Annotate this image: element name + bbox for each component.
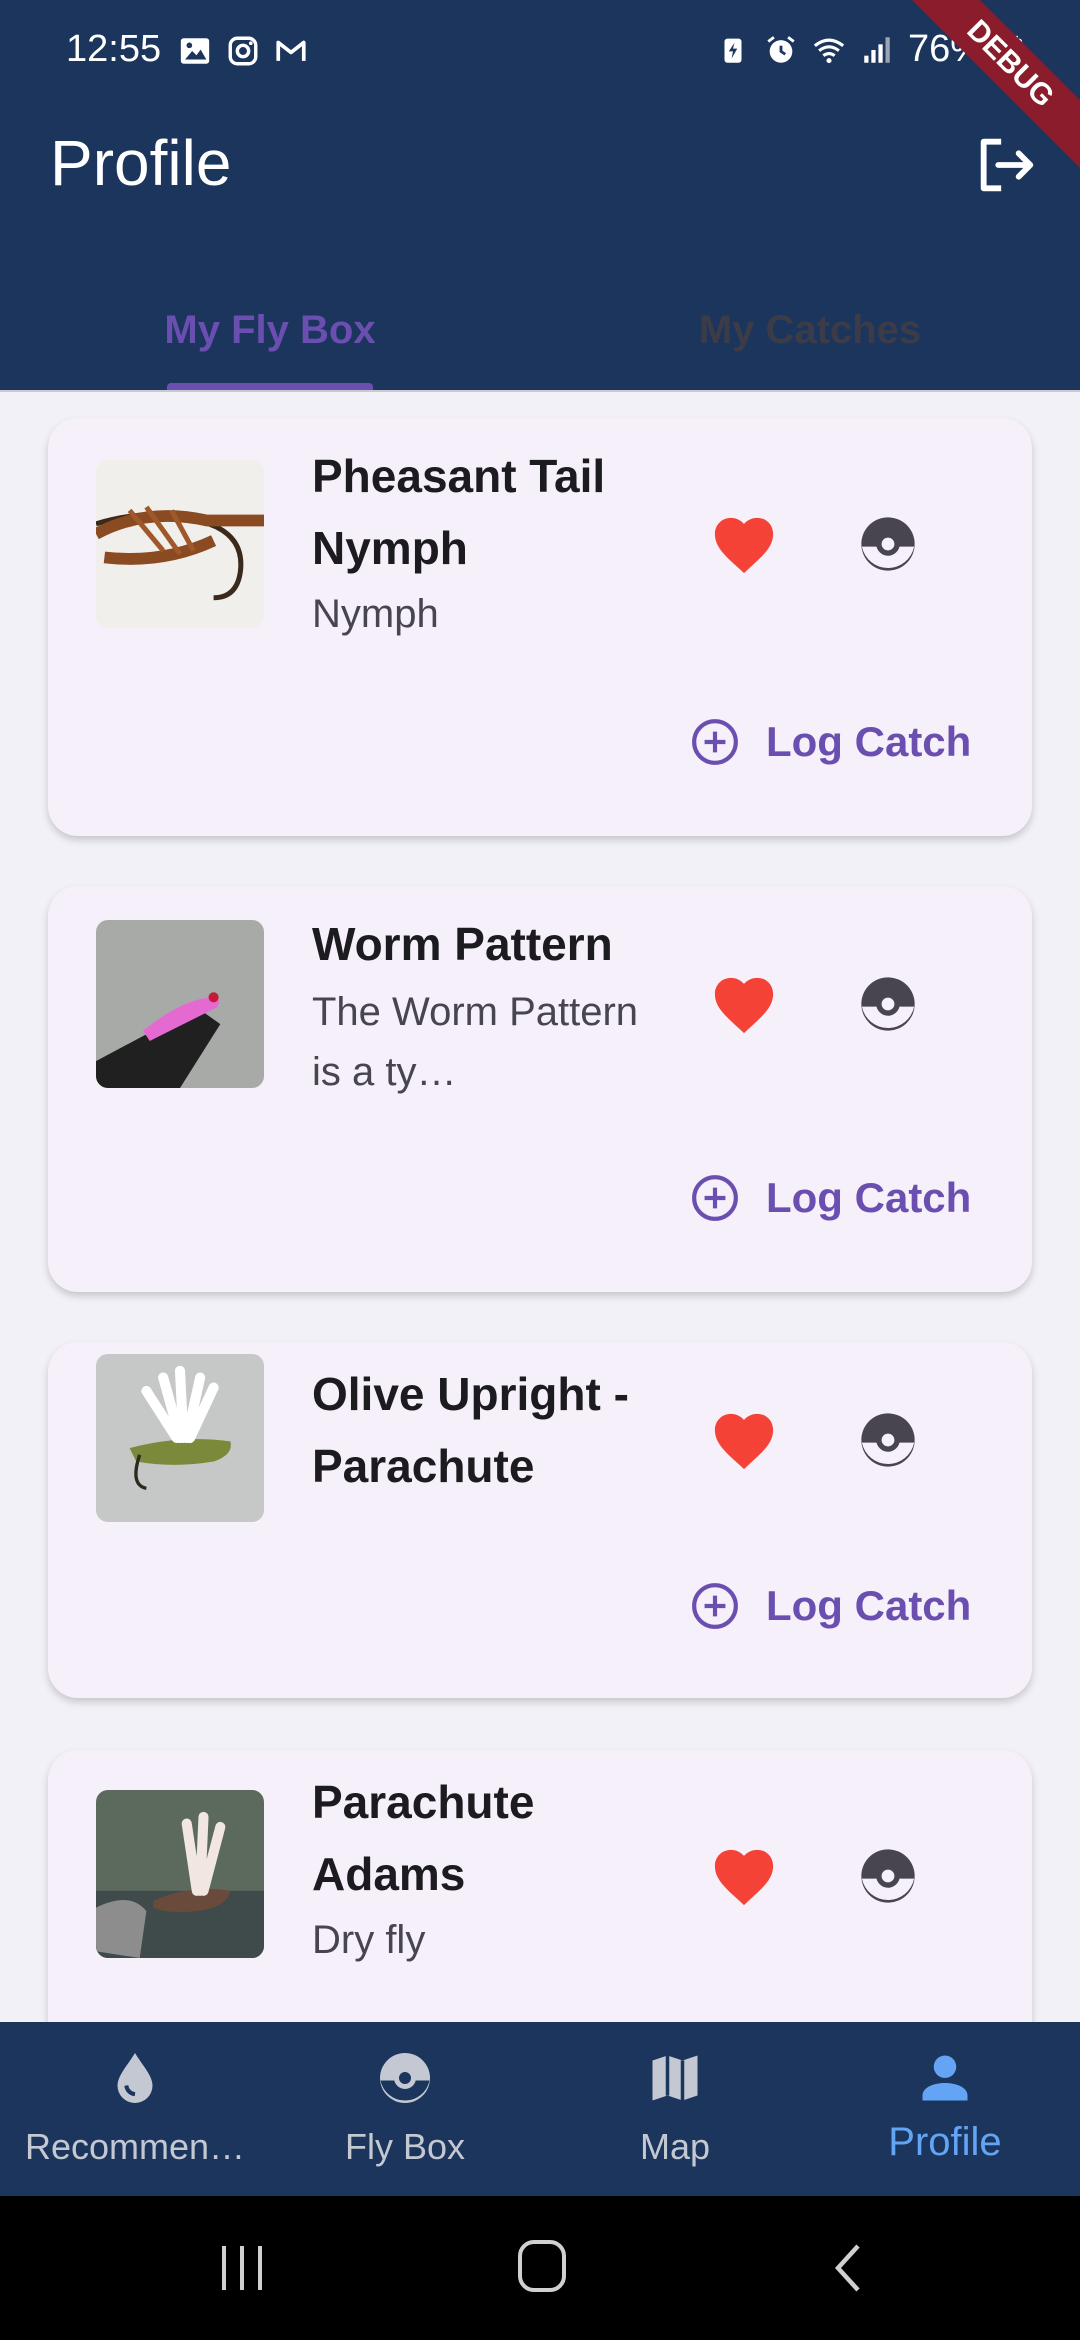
favorite-heart-icon[interactable] — [708, 1844, 780, 1908]
fly-image — [96, 920, 264, 1088]
app-bar: Profile — [0, 110, 1080, 270]
add-circle-icon — [692, 719, 738, 765]
log-catch-label: Log Catch — [766, 1582, 972, 1629]
nav-label: Profile — [888, 2120, 1002, 2164]
fly-card[interactable]: Pheasant Tail Nymph Nymph Log Catch — [48, 418, 1032, 836]
nav-item-recommendations[interactable]: Recommen… — [0, 2022, 270, 2196]
signal-icon — [864, 36, 890, 63]
nav-item-map[interactable]: Map — [540, 2022, 810, 2196]
person-icon — [922, 2055, 968, 2101]
add-circle-icon — [692, 1175, 738, 1221]
instagram-icon — [228, 36, 258, 66]
add-circle-icon — [692, 1583, 738, 1629]
battery-saver-icon — [724, 38, 742, 63]
tab-indicator — [167, 383, 373, 390]
log-catch-button[interactable]: Log Catch — [690, 1168, 971, 1228]
recent-apps-icon[interactable] — [212, 2242, 272, 2294]
fly-type: The Worm Pattern is a ty… — [312, 990, 639, 1094]
map-icon — [652, 2055, 698, 2101]
profile-tabs: My Fly Box My Catches — [0, 270, 1080, 392]
tab-my-catches[interactable]: My Catches — [540, 270, 1080, 390]
water-drop-icon — [117, 2053, 153, 2103]
status-bar: 12:55 76% — [0, 0, 1080, 110]
bottom-navigation: Recommen… Fly Box Map Profile — [0, 2022, 1080, 2196]
fly-card[interactable]: Olive Upright - Parachute Log Catch — [48, 1342, 1032, 1698]
fly-card[interactable]: Worm Pattern The Worm Pattern is a ty… L… — [48, 886, 1032, 1292]
wifi-icon — [813, 38, 845, 63]
fly-box-icon[interactable] — [856, 972, 920, 1036]
log-catch-button[interactable]: Log Catch — [690, 1576, 971, 1636]
log-catch-label: Log Catch — [766, 718, 972, 765]
home-icon[interactable] — [516, 2238, 568, 2294]
status-time: 12:55 — [66, 28, 162, 70]
log-catch-button[interactable]: Log Catch — [690, 712, 971, 772]
system-navigation-bar — [0, 2196, 1080, 2340]
gallery-icon — [180, 38, 210, 64]
back-icon[interactable] — [826, 2240, 870, 2296]
favorite-heart-icon[interactable] — [708, 1408, 780, 1472]
nav-label: Recommen… — [24, 2126, 246, 2167]
fly-box-icon[interactable] — [856, 1844, 920, 1908]
nav-item-fly-box[interactable]: Fly Box — [270, 2022, 540, 2196]
fly-image — [96, 1790, 264, 1958]
page-title: Profile — [50, 127, 232, 199]
favorite-heart-icon[interactable] — [708, 512, 780, 576]
fly-name: Worm Pattern — [312, 918, 613, 970]
nav-label: Map — [639, 2126, 711, 2167]
fly-type: Dry fly — [312, 1918, 426, 1962]
alarm-icon — [767, 35, 795, 63]
logout-icon[interactable] — [972, 130, 1042, 200]
fly-type: Nymph — [312, 592, 439, 636]
fly-name: Pheasant Tail Nymph — [312, 450, 606, 574]
tab-my-fly-box[interactable]: My Fly Box — [0, 270, 540, 390]
favorite-heart-icon[interactable] — [708, 972, 780, 1036]
fly-image — [96, 1354, 264, 1522]
fly-name: Parachute Adams — [312, 1776, 535, 1900]
fly-box-icon[interactable] — [856, 512, 920, 576]
fly-box-icon — [380, 2053, 430, 2103]
fly-image — [96, 460, 264, 628]
log-catch-label: Log Catch — [766, 1174, 972, 1221]
nav-item-profile[interactable]: Profile — [810, 2022, 1080, 2196]
gmail-icon — [276, 40, 306, 61]
nav-label: Fly Box — [344, 2126, 466, 2167]
notification-icons — [178, 34, 308, 68]
fly-name: Olive Upright - Parachute — [312, 1368, 629, 1492]
fly-box-icon[interactable] — [856, 1408, 920, 1472]
